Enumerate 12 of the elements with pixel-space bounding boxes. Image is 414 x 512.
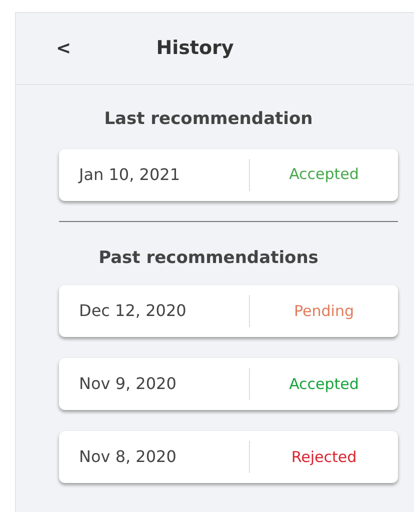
section-heading: Last recommendation xyxy=(103,108,314,131)
section-heading: Past recommendations xyxy=(98,246,320,270)
back-button[interactable]: < xyxy=(56,35,72,62)
date-text: Dec 12, 2020 xyxy=(78,300,188,322)
status-text: Accepted xyxy=(288,374,360,395)
date-text: Jan 10, 2021 xyxy=(77,164,181,186)
date-text: Nov 8, 2020 xyxy=(78,446,178,468)
status-text: Rejected xyxy=(290,446,358,468)
status-text: Accepted xyxy=(288,164,360,186)
date-text: Nov 9, 2020 xyxy=(78,373,178,395)
page-title: History xyxy=(156,36,234,62)
status-text: Pending xyxy=(293,300,355,322)
